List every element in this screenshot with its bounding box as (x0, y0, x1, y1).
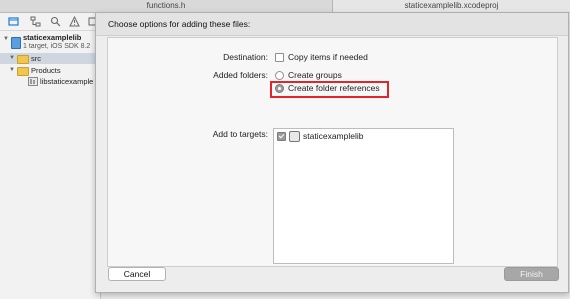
create-groups-radio[interactable] (275, 71, 284, 80)
library-icon (28, 77, 38, 86)
search-icon[interactable] (50, 16, 61, 27)
disclosure-triangle-icon[interactable]: ▼ (9, 65, 15, 76)
sheet-header: Choose options for adding these files: (96, 13, 568, 36)
disclosure-triangle-icon[interactable]: ▼ (9, 53, 15, 64)
targets-list: staticexamplelib (273, 128, 454, 264)
folder-icon (17, 55, 29, 64)
hierarchy-icon[interactable] (30, 16, 41, 27)
added-folders-label: Added folders: (213, 70, 268, 80)
target-row[interactable]: staticexamplelib (274, 130, 453, 143)
navigator-item-src[interactable]: ▼ src (0, 53, 100, 64)
create-folder-references-radio[interactable] (275, 84, 284, 93)
project-subtitle: 1 target, iOS SDK 8.2 (23, 43, 91, 50)
xcodeproj-icon (11, 37, 21, 49)
navigator-item-label: Products (31, 66, 61, 75)
project-row[interactable]: ▼ staticexamplelib 1 target, iOS SDK 8.2 (0, 33, 100, 53)
target-checkbox[interactable] (277, 132, 286, 141)
navigator-item-libstaticexample[interactable]: libstaticexample (0, 76, 100, 87)
navigator-item-label: libstaticexample (40, 77, 94, 86)
cancel-button[interactable]: Cancel (108, 267, 166, 281)
navigator-item-label: src (31, 54, 41, 63)
folder-icon (17, 67, 29, 76)
create-groups-label[interactable]: Create groups (288, 70, 342, 80)
project-navigator: ▼ staticexamplelib 1 target, iOS SDK 8.2… (0, 13, 101, 299)
options-panel: Destination: Copy items if needed Added … (107, 37, 558, 267)
disclosure-triangle-icon[interactable]: ▼ (3, 34, 9, 45)
destination-label: Destination: (223, 52, 268, 62)
navigator-item-products[interactable]: ▼ Products (0, 65, 100, 76)
tab-functions-h[interactable]: functions.h (0, 0, 333, 12)
copy-items-checkbox[interactable] (275, 53, 284, 62)
add-to-targets-label: Add to targets: (212, 129, 268, 139)
target-name: staticexamplelib (303, 131, 364, 141)
sheet-title: Choose options for adding these files: (108, 19, 251, 29)
finish-button[interactable]: Finish (504, 267, 559, 281)
copy-items-label[interactable]: Copy items if needed (288, 52, 368, 62)
editor-tab-bar: functions.h staticexamplelib.xcodeproj (0, 0, 570, 13)
tab-xcodeproj[interactable]: staticexamplelib.xcodeproj (333, 0, 570, 12)
folder-icon[interactable] (8, 16, 19, 27)
warning-icon[interactable] (69, 16, 80, 27)
add-files-options-sheet: Choose options for adding these files: D… (95, 13, 569, 293)
navigator-toolbar (0, 13, 100, 31)
target-icon (289, 131, 300, 142)
create-folder-references-label[interactable]: Create folder references (288, 83, 380, 93)
